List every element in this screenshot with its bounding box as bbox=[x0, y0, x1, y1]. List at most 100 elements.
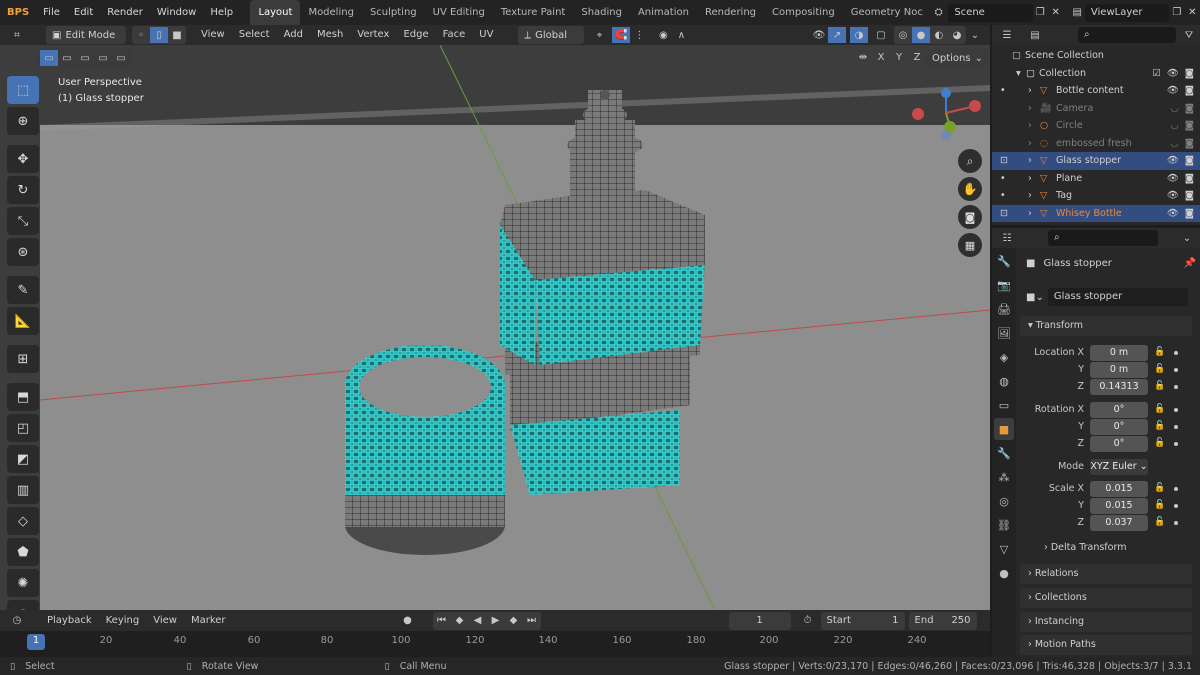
menu-view[interactable]: View bbox=[194, 27, 232, 43]
tab-uv-editing[interactable]: UV Editing bbox=[425, 0, 493, 25]
eye-icon[interactable]: 👁 bbox=[1167, 85, 1179, 96]
move-tool-icon[interactable]: ✥ bbox=[7, 145, 39, 173]
next-keyframe-icon[interactable]: ◆ bbox=[505, 613, 523, 629]
overlay-toggle-icon[interactable]: ◑ bbox=[850, 27, 868, 43]
camera-render-icon[interactable]: ◙ bbox=[1185, 173, 1194, 184]
rotate-tool-icon[interactable]: ↻ bbox=[7, 176, 39, 204]
rotation-x-field[interactable]: 0° bbox=[1090, 401, 1148, 418]
eye-icon[interactable]: ◡ bbox=[1170, 138, 1178, 149]
mode-selector[interactable]: ▣ Edit Mode bbox=[46, 26, 126, 44]
ortho-grid-icon[interactable]: ▦ bbox=[958, 233, 982, 257]
lock-icon[interactable]: 🔓 bbox=[1154, 347, 1166, 359]
menu-marker[interactable]: Marker bbox=[184, 613, 233, 629]
scene-selector[interactable]: Scene bbox=[948, 3, 1033, 22]
menu-add[interactable]: Add bbox=[277, 27, 310, 43]
camera-render-icon[interactable]: ◙ bbox=[1185, 85, 1194, 96]
keyframe-dot-icon[interactable] bbox=[1174, 520, 1178, 525]
transform-orientation-selector[interactable]: ⟂ Global bbox=[518, 26, 585, 44]
rendered-shading-icon[interactable]: ◕ bbox=[948, 27, 966, 43]
world-tab-icon[interactable]: ◍ bbox=[994, 370, 1014, 392]
eye-icon[interactable]: ◡ bbox=[1170, 103, 1178, 114]
camera-render-icon[interactable]: ◙ bbox=[1185, 103, 1194, 114]
eye-icon[interactable]: 👁 bbox=[1167, 155, 1179, 166]
viewlayer-icon[interactable]: ▤ bbox=[1069, 5, 1084, 21]
menu-timeline-view[interactable]: View bbox=[146, 613, 184, 629]
wireframe-shading-icon[interactable]: ◎ bbox=[894, 27, 912, 43]
scene-icon[interactable]: ⛭ bbox=[931, 5, 946, 21]
timeline-ruler[interactable]: 1 20 40 60 80 100 120 140 160 180 200 22… bbox=[0, 631, 990, 657]
spin-tool-icon[interactable]: ✺ bbox=[7, 569, 39, 597]
lock-icon[interactable]: 🔓 bbox=[1154, 438, 1166, 450]
pivot-icon[interactable]: ⌖ bbox=[590, 27, 608, 43]
solid-shading-icon[interactable]: ● bbox=[912, 27, 930, 43]
axis-x-toggle[interactable]: X bbox=[872, 49, 890, 65]
jump-start-icon[interactable]: ⏮ bbox=[433, 613, 451, 629]
keyframe-dot-icon[interactable] bbox=[1174, 350, 1178, 355]
edit-mode-dot-icon[interactable]: • bbox=[1000, 85, 1028, 96]
keyframe-dot-icon[interactable] bbox=[1174, 384, 1178, 389]
camera-view-icon[interactable]: ◙ bbox=[958, 205, 982, 229]
tab-geometry-nodes[interactable]: Geometry Noc bbox=[843, 0, 931, 25]
rotation-z-field[interactable]: 0° bbox=[1090, 435, 1148, 452]
lock-icon[interactable]: 🔓 bbox=[1154, 517, 1166, 529]
particles-tab-icon[interactable]: ⁂ bbox=[994, 466, 1014, 488]
expand-chevron-icon[interactable]: › bbox=[1028, 103, 1040, 114]
delete-scene-icon[interactable]: ✕ bbox=[1048, 5, 1063, 21]
eye-icon[interactable]: 👁 bbox=[1167, 190, 1179, 201]
editor-type-icon[interactable]: ⌗ bbox=[8, 27, 26, 43]
menu-keying[interactable]: Keying bbox=[99, 613, 147, 629]
tab-shading[interactable]: Shading bbox=[573, 0, 630, 25]
outliner-collection[interactable]: ▾ ▢ Collection ☑ 👁 ◙ bbox=[992, 65, 1200, 83]
rotation-mode-dropdown[interactable]: XYZ Euler ⌄ bbox=[1090, 458, 1148, 475]
object-name-field[interactable]: Glass stopper bbox=[1047, 288, 1188, 306]
outliner-item[interactable]: › ○ Circle ◡ ◙ bbox=[992, 117, 1200, 135]
camera-render-icon[interactable]: ◙ bbox=[1185, 208, 1194, 219]
lock-icon[interactable]: 🔓 bbox=[1154, 500, 1166, 512]
keyframe-dot-icon[interactable] bbox=[1174, 367, 1178, 372]
delta-transform-panel[interactable]: › Delta Transform bbox=[1044, 542, 1126, 553]
options-dropdown[interactable]: Options ⌄ bbox=[926, 49, 989, 67]
expand-chevron-icon[interactable]: › bbox=[1028, 85, 1040, 96]
measure-tool-icon[interactable]: 📐 bbox=[7, 307, 39, 335]
properties-search-input[interactable]: ⌕ bbox=[1048, 230, 1158, 246]
3d-viewport[interactable]: User Perspective (1) Glass stopper ⌕ ✋ ◙… bbox=[0, 45, 990, 610]
menu-mesh[interactable]: Mesh bbox=[310, 27, 350, 43]
viewlayer-selector[interactable]: ViewLayer bbox=[1084, 3, 1170, 22]
camera-render-icon[interactable]: ◙ bbox=[1185, 138, 1194, 149]
edit-mode-dot-icon[interactable]: • bbox=[1000, 190, 1028, 201]
scale-z-field[interactable]: 0.037 bbox=[1090, 514, 1148, 531]
eye-icon[interactable]: ◡ bbox=[1170, 120, 1178, 131]
axis-z-toggle[interactable]: Z bbox=[908, 49, 926, 65]
eye-icon[interactable]: 👁 bbox=[1167, 173, 1179, 184]
tab-texture-paint[interactable]: Texture Paint bbox=[493, 0, 574, 25]
extrude-tool-icon[interactable]: ⬒ bbox=[7, 383, 39, 411]
menu-edge[interactable]: Edge bbox=[396, 27, 435, 43]
blender-logo[interactable]: BPS bbox=[0, 0, 36, 25]
outliner-item[interactable]: ⊡ › ▽ Glass stopper 👁 ◙ bbox=[992, 152, 1200, 170]
menu-face[interactable]: Face bbox=[436, 27, 473, 43]
camera-render-icon[interactable]: ◙ bbox=[1185, 68, 1194, 79]
tab-animation[interactable]: Animation bbox=[630, 0, 697, 25]
menu-uv[interactable]: UV bbox=[472, 27, 500, 43]
expand-chevron-icon[interactable]: › bbox=[1028, 138, 1040, 149]
eye-icon[interactable]: 👁 bbox=[1167, 68, 1179, 79]
tab-layout[interactable]: Layout bbox=[250, 0, 301, 25]
xray-icon[interactable]: ▢ bbox=[872, 27, 890, 43]
tool-tab-icon[interactable]: 🔧 bbox=[994, 250, 1014, 272]
pin-icon[interactable]: 📌 bbox=[1184, 258, 1196, 269]
select-invert-icon[interactable]: ▭ bbox=[94, 50, 112, 66]
outliner-item[interactable]: • › ▽ Plane 👁 ◙ bbox=[992, 170, 1200, 188]
gizmo-toggle-icon[interactable]: ↗ bbox=[828, 27, 846, 43]
object-square-icon[interactable]: ■⌄ bbox=[1026, 292, 1044, 303]
pan-hand-icon[interactable]: ✋ bbox=[958, 177, 982, 201]
keyframe-dot-icon[interactable] bbox=[1174, 486, 1178, 491]
delete-viewlayer-icon[interactable]: ✕ bbox=[1185, 5, 1200, 21]
outliner-item[interactable]: • › ▽ Tag 👁 ◙ bbox=[992, 187, 1200, 205]
display-mode-icon[interactable]: ▤ bbox=[1026, 27, 1044, 43]
select-intersect-icon[interactable]: ▭ bbox=[112, 50, 130, 66]
snap-icon[interactable]: 🧲 bbox=[612, 27, 631, 43]
modifier-tab-icon[interactable]: 🔧 bbox=[994, 442, 1014, 464]
lock-icon[interactable]: 🔓 bbox=[1154, 364, 1166, 376]
tab-sculpting[interactable]: Sculpting bbox=[362, 0, 425, 25]
edit-mode-dot-icon[interactable]: ⊡ bbox=[1000, 208, 1028, 219]
